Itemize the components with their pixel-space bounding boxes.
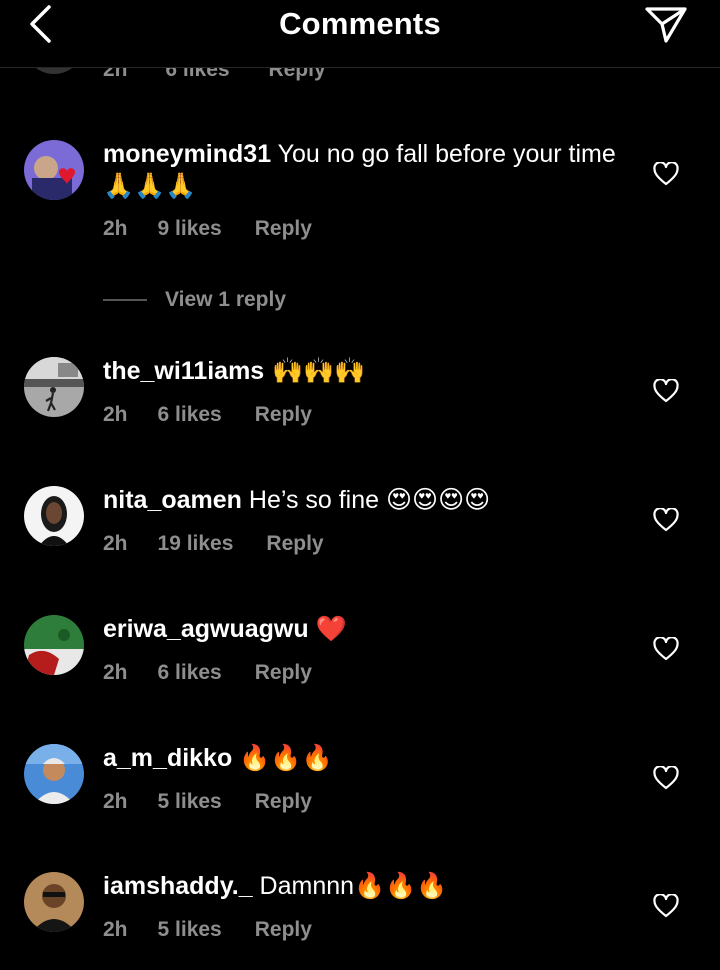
comment-username[interactable]: eriwa_agwuagwu — [103, 615, 309, 643]
comment-username[interactable]: iamshaddy._ — [103, 872, 253, 900]
comment-emoji: 😍😍😍😍 — [386, 485, 491, 514]
comment-emoji: 🔥🔥🔥 — [354, 871, 448, 900]
reply-button[interactable]: Reply — [266, 532, 323, 556]
heart-outline-icon — [653, 894, 679, 918]
comment-likes[interactable]: 5 likes — [158, 918, 222, 942]
divider-line — [103, 299, 147, 301]
comment-emoji: 🙌🙌🙌 — [264, 356, 366, 385]
comment-username[interactable]: the_wi11iams — [103, 357, 264, 385]
page-title: Comments — [279, 6, 441, 41]
comment-meta: 2h 19 likes Reply — [103, 532, 324, 556]
reply-button[interactable]: Reply — [255, 661, 312, 685]
comment-meta: 2h 6 likes Reply — [103, 661, 312, 685]
comment-text: a_m_dikko 🔥🔥🔥 — [103, 742, 623, 774]
reply-button[interactable]: Reply — [255, 790, 312, 814]
comment-body: He’s so fine — [241, 486, 386, 514]
like-button[interactable] — [652, 161, 680, 187]
avatar[interactable] — [24, 357, 84, 417]
comment-time: 2h — [103, 532, 128, 555]
view-replies-button[interactable]: View 1 reply — [103, 284, 286, 316]
like-button[interactable] — [652, 636, 680, 662]
reply-button[interactable]: Reply — [255, 217, 312, 241]
comment-username[interactable]: nita_oamen — [103, 486, 242, 514]
comment-time: 2h — [103, 217, 128, 240]
avatar[interactable] — [24, 872, 84, 932]
comment-emoji: ❤️ — [315, 614, 347, 643]
comment-meta: 2h 5 likes Reply — [103, 918, 312, 942]
comment-likes[interactable]: 6 likes — [158, 661, 222, 685]
heart-outline-icon — [653, 637, 679, 661]
comment-time: 2h — [103, 918, 128, 941]
header-bar: Comments — [0, 0, 720, 68]
heart-outline-icon — [653, 508, 679, 532]
comment-likes[interactable]: 5 likes — [158, 790, 222, 814]
like-button[interactable] — [652, 765, 680, 791]
like-button[interactable] — [652, 893, 680, 919]
heart-outline-icon — [653, 379, 679, 403]
avatar[interactable] — [24, 744, 84, 804]
comment-likes[interactable]: 6 likes — [158, 403, 222, 427]
comment-username[interactable]: a_m_dikko — [103, 744, 232, 772]
comment-body — [309, 615, 316, 643]
comment-text: eriwa_agwuagwu ❤️ — [103, 613, 623, 645]
heart-outline-icon — [653, 766, 679, 790]
comment-meta: 2h 5 likes Reply — [103, 790, 312, 814]
like-button[interactable] — [652, 378, 680, 404]
heart-outline-icon — [653, 162, 679, 186]
comment-text: nita_oamen He’s so fine 😍😍😍😍 — [103, 484, 623, 516]
comment-text: the_wi11iams 🙌🙌🙌 — [103, 355, 623, 387]
comment-body: Damnnn — [252, 872, 355, 900]
comment-likes[interactable]: 19 likes — [158, 532, 234, 556]
send-paper-plane-icon — [645, 7, 687, 43]
like-button[interactable] — [652, 507, 680, 533]
comment-emoji: 🔥🔥🔥 — [239, 743, 333, 772]
comment-username[interactable]: moneymind31 — [103, 140, 271, 168]
reply-button[interactable]: Reply — [255, 918, 312, 942]
comment-meta: 2h 9 likes Reply — [103, 217, 312, 241]
comment-time: 2h — [103, 790, 128, 813]
reply-button[interactable]: Reply — [255, 403, 312, 427]
comment-time: 2h — [103, 403, 128, 426]
send-button[interactable] — [642, 4, 690, 44]
view-replies-label: View 1 reply — [165, 288, 287, 311]
comment-text: iamshaddy._ Damnnn🔥🔥🔥 — [103, 870, 623, 902]
comment-body: You no go fall before your time — [271, 140, 616, 168]
comment-time: 2h — [103, 661, 128, 684]
avatar[interactable] — [24, 140, 84, 200]
comment-text: moneymind31 You no go fall before your t… — [103, 138, 623, 202]
comment-meta: 2h 6 likes Reply — [103, 403, 312, 427]
avatar[interactable] — [24, 486, 84, 546]
comment-emoji: 🙏🙏🙏 — [103, 171, 197, 200]
avatar[interactable] — [24, 615, 84, 675]
comment-likes[interactable]: 9 likes — [158, 217, 222, 241]
